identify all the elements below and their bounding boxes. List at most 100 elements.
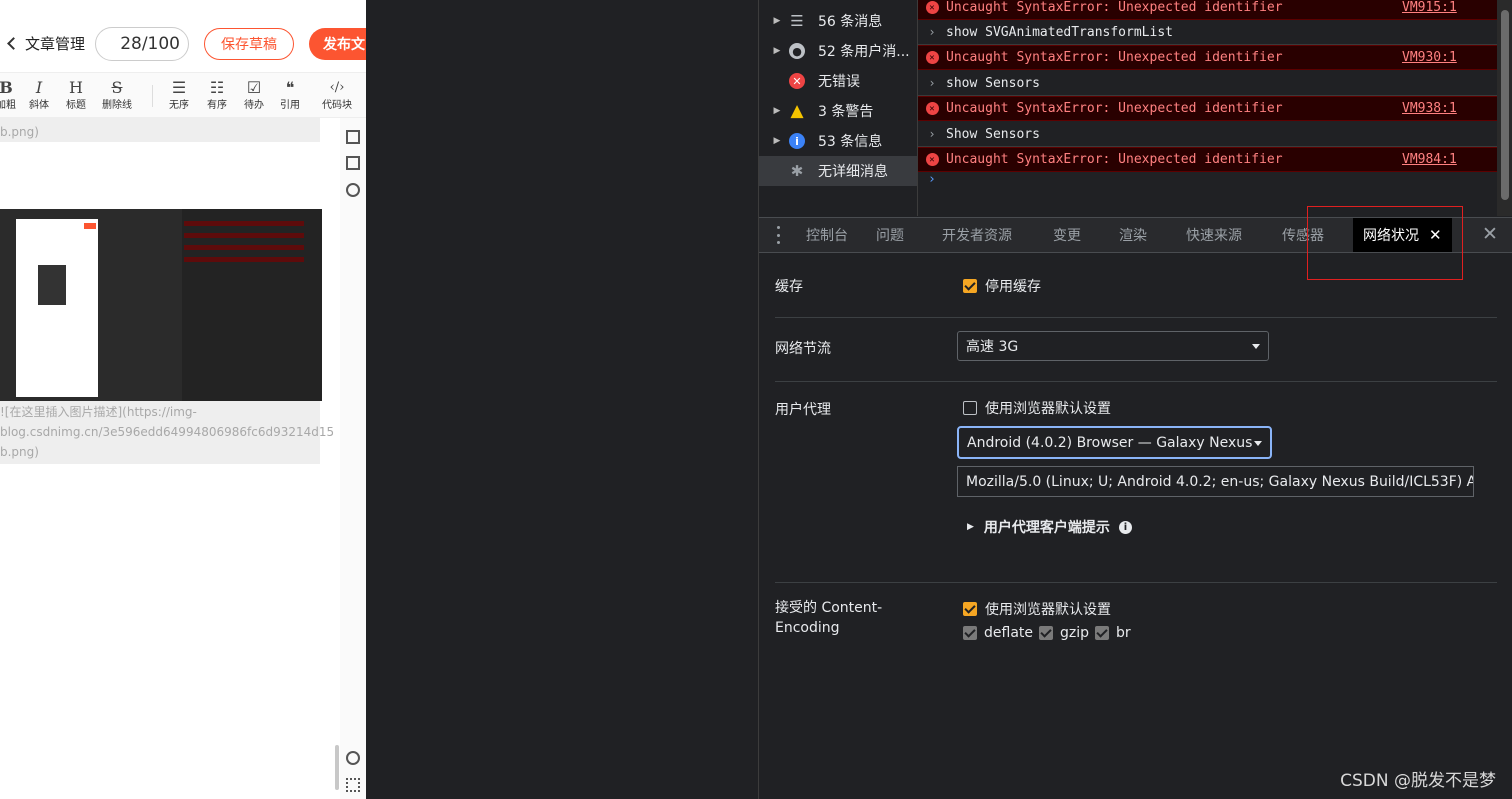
editor-scrollbar[interactable] [335,745,339,790]
ua-default-checkbox[interactable]: 使用浏览器默认设置 [963,398,1111,418]
ua-client-hints-toggle[interactable]: ▶ 用户代理客户端提示 i [967,517,1132,537]
encoding-default-checkbox[interactable]: 使用浏览器默认设置 [963,599,1111,619]
scrollbar-thumb[interactable] [1501,10,1509,200]
console-scrollbar[interactable] [1497,0,1512,216]
ordered-list-tool[interactable]: ☷ 有序 [207,77,227,113]
devtools-panel: ▶ ☰ 56 条消息 ▶ ● 52 条用户消... ✕ 无错误 ▶ ▲ 3 条警… [758,0,1512,799]
select-value: Android (4.0.2) Browser — Galaxy Nexus [967,434,1253,451]
user-agent-string-input[interactable]: Mozilla/5.0 (Linux; U; Android 4.0.2; en… [957,466,1474,497]
sidebar-item-info[interactable]: ▶ i 53 条信息 [759,126,917,156]
chevron-right-icon: › [928,25,936,39]
editor-only-icon[interactable] [346,130,360,144]
sidebar-item-label: 53 条信息 [818,134,883,150]
tab-changes[interactable]: 变更 [1053,218,1081,252]
console-error-line: ✕ Uncaught SyntaxError: Unexpected ident… [918,45,1498,70]
toolbar-divider [152,85,153,107]
editor-content[interactable]: b.png) ![在这里插入图片描述](https://img- blog.cs… [0,118,340,799]
checkbox-label: 使用浏览器默认设置 [985,401,1111,417]
italic-tool[interactable]: I 斜体 [29,77,49,113]
console-sidebar: ▶ ☰ 56 条消息 ▶ ● 52 条用户消... ✕ 无错误 ▶ ▲ 3 条警… [759,0,917,216]
tab-console[interactable]: 控制台 [806,218,848,252]
sidebar-item-verbose[interactable]: ✱ 无详细消息 [759,156,917,186]
network-conditions-panel: 缓存 停用缓存 网络节流 高速 3G 用户代理 使用浏览器默认设置 Androi… [759,253,1512,799]
caret-down-icon [1252,344,1260,349]
throttling-select[interactable]: 高速 3G [957,331,1269,361]
locate-icon[interactable] [346,751,360,765]
tab-rendering[interactable]: 渲染 [1119,218,1147,252]
split-view-icon[interactable] [346,156,360,170]
console-message: Uncaught SyntaxError: Unexpected identif… [946,101,1283,116]
tab-network-conditions[interactable]: 网络状况 ✕ [1353,218,1452,252]
warning-icon: ▲ [790,101,804,121]
markdown-image-code: ![在这里插入图片描述](https://img- blog.csdnimg.c… [0,401,334,464]
list-icon: ☰ [790,12,804,30]
tab-sensors[interactable]: 传感器 [1282,218,1324,252]
sidebar-item-warnings[interactable]: ▶ ▲ 3 条警告 [759,96,917,126]
close-tab-icon[interactable]: ✕ [1429,226,1442,244]
bug-icon: ✱ [790,162,804,180]
quote-tool[interactable]: ❝ 引用 [280,77,300,113]
info-icon[interactable]: i [1118,520,1132,534]
console-error-line: ✕ Uncaught SyntaxError: Unexpected ident… [918,147,1498,172]
bold-tool[interactable]: B 加粗 [0,77,16,113]
code-block-label: 代码块 [322,100,352,111]
console-prompt[interactable]: › [928,172,936,187]
error-icon: ✕ [918,102,946,115]
save-draft-button[interactable]: 保存草稿 [204,28,294,60]
strikethrough-tool[interactable]: S 删除线 [102,77,132,113]
error-icon: ✕ [786,73,808,89]
console-info-line: › show SVGAnimatedTransformList [918,20,1498,45]
checkbox-checked-icon [963,602,977,616]
heading-tool[interactable]: H 标题 [66,77,86,113]
preview-screenshot-mark [38,265,66,305]
console-message: Uncaught SyntaxError: Unexpected identif… [946,152,1283,167]
preview-error-line [184,245,304,250]
sidebar-item-user-messages[interactable]: ▶ ● 52 条用户消... [759,36,917,66]
more-tools-icon[interactable] [777,226,781,244]
back-to-article-management[interactable]: 文章管理 [4,31,85,55]
preview-eye-icon[interactable] [346,183,360,197]
console-source-link[interactable]: VM930:1 [1402,50,1457,65]
user-agent-select[interactable]: Android (4.0.2) Browser — Galaxy Nexus [957,426,1272,459]
console-source-link[interactable]: VM915:1 [1402,0,1457,15]
checkbox-label: 使用浏览器默认设置 [985,602,1111,618]
checkbox-disabled-icon [1039,626,1053,640]
console-log[interactable]: ✕ Uncaught SyntaxError: Unexpected ident… [917,0,1498,216]
code-block-tool[interactable]: ‹/› 代码块 [322,77,352,113]
publish-button[interactable]: 发布文 [309,28,366,60]
console-message: Show Sensors [946,126,1040,142]
disable-cache-checkbox[interactable]: 停用缓存 [963,276,1041,296]
console-error-line: ✕ Uncaught SyntaxError: Unexpected ident… [918,0,1498,20]
console-error-line: ✕ Uncaught SyntaxError: Unexpected ident… [918,96,1498,121]
sidebar-item-messages[interactable]: ▶ ☰ 56 条消息 [759,6,917,36]
sidebar-item-errors[interactable]: ✕ 无错误 [759,66,917,96]
divider [775,317,1497,318]
encoding-br: br [1116,625,1131,641]
sidebar-item-label: 无详细消息 [818,164,888,180]
tab-issues[interactable]: 问题 [876,218,904,252]
todo-tool[interactable]: ☑ 待办 [244,77,264,113]
tab-developer-resources[interactable]: 开发者资源 [942,218,1012,252]
close-drawer-icon[interactable]: ✕ [1482,223,1498,245]
preview-page-thumbnail [16,219,98,397]
editor-view-switcher [340,118,366,799]
editor-toolbar: B 加粗 I 斜体 H 标题 S 删除线 ☰ 无序 ☷ 有序 ☑ 待办 ❝ 引用 ‹/› 代码块 [0,72,366,118]
heading-icon: H [69,78,83,97]
info-icon: i [786,133,808,149]
sidebar-item-label: 56 条消息 [818,14,883,30]
checkbox-unchecked-icon [963,401,977,415]
chevron-right-icon: › [928,76,936,90]
unordered-list-tool[interactable]: ☰ 无序 [169,77,189,113]
expand-triangle-icon: ▶ [967,522,974,532]
fullscreen-icon[interactable] [346,778,360,792]
bold-icon: B [0,78,13,97]
console-source-link[interactable]: VM984:1 [1402,152,1457,167]
preview-devtools-thumbnail [182,209,322,401]
preview-error-line [184,221,304,226]
console-source-link[interactable]: VM938:1 [1402,101,1457,116]
back-label: 文章管理 [25,34,86,53]
label-line: Encoding [775,620,840,636]
error-icon: ✕ [918,153,946,166]
tab-quick-source[interactable]: 快速来源 [1186,218,1242,252]
console-message: Uncaught SyntaxError: Unexpected identif… [946,0,1283,15]
